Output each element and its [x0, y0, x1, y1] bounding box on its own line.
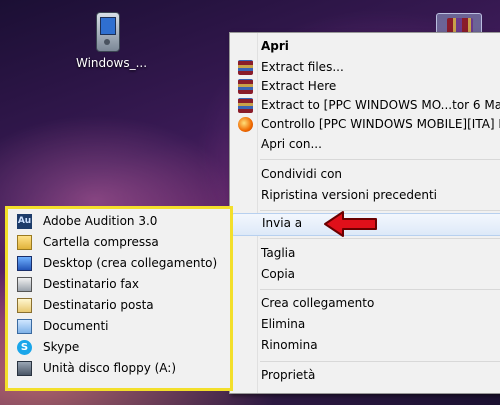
- menu-item-extract-here[interactable]: Extract Here: [232, 76, 500, 97]
- menu-item-check[interactable]: Controllo [PPC WINDOWS MOBILE][ITA] Navi…: [232, 114, 500, 135]
- documents-icon: [17, 319, 32, 334]
- pda-icon: [96, 12, 120, 52]
- skype-icon: S: [17, 340, 32, 355]
- sendto-item-documents[interactable]: Documenti: [11, 316, 259, 337]
- sendto-item-mail[interactable]: Destinatario posta: [11, 295, 259, 316]
- sendto-item-label: Adobe Audition 3.0: [43, 214, 158, 228]
- menu-item-extract-files[interactable]: Extract files...: [232, 57, 500, 78]
- floppy-icon: [17, 361, 32, 376]
- desktop-shortcut-windows[interactable]: Windows_...: [76, 12, 148, 70]
- menu-item-cut[interactable]: Taglia: [232, 243, 500, 264]
- audition-icon: Au: [17, 214, 32, 229]
- winrar-icon: [238, 98, 253, 113]
- menu-item-label: Extract files...: [261, 60, 344, 74]
- red-arrow-icon: [324, 211, 377, 237]
- menu-item-copy[interactable]: Copia: [232, 264, 500, 285]
- desktop-shortcut-label: Windows_...: [76, 56, 148, 70]
- sendto-item-compressed-folder[interactable]: Cartella compressa: [11, 232, 259, 253]
- sendto-item-label: Desktop (crea collegamento): [43, 256, 218, 270]
- sendto-item-label: Destinatario fax: [43, 277, 140, 291]
- menu-separator: [260, 210, 500, 211]
- sendto-item-floppy[interactable]: Unità disco floppy (A:): [11, 358, 259, 379]
- menu-item-label: Controllo [PPC WINDOWS MOBILE][ITA] Navi…: [261, 117, 500, 131]
- menu-item-label: Extract Here: [261, 79, 337, 93]
- desktop-icon: [17, 256, 32, 271]
- fax-icon: [17, 277, 32, 292]
- sendto-item-adobe-audition[interactable]: Au Adobe Audition 3.0: [11, 211, 259, 232]
- menu-item-rename[interactable]: Rinomina: [232, 335, 500, 356]
- menu-item-properties[interactable]: Proprietà: [232, 365, 500, 386]
- menu-item-label: Extract to [PPC WINDOWS MO...tor 6 Mappa…: [261, 98, 500, 112]
- sendto-item-skype[interactable]: S Skype: [11, 337, 259, 358]
- send-to-submenu: Au Adobe Audition 3.0 Cartella compressa…: [5, 206, 233, 391]
- menu-separator: [260, 238, 500, 239]
- menu-item-open-with[interactable]: Apri con...: [232, 134, 500, 155]
- sendto-item-label: Unità disco floppy (A:): [43, 361, 177, 375]
- winrar-icon: [238, 60, 253, 75]
- menu-item-open[interactable]: Apri: [232, 36, 500, 57]
- menu-item-create-shortcut[interactable]: Crea collegamento: [232, 293, 500, 314]
- mail-icon: [17, 298, 32, 313]
- sendto-item-label: Skype: [43, 340, 80, 354]
- sendto-item-label: Destinatario posta: [43, 298, 154, 312]
- zip-folder-icon: [17, 235, 32, 250]
- winrar-icon: [238, 79, 253, 94]
- scan-icon: [238, 117, 253, 132]
- menu-separator: [260, 361, 500, 362]
- sendto-item-label: Documenti: [43, 319, 109, 333]
- sendto-item-fax[interactable]: Destinatario fax: [11, 274, 259, 295]
- sendto-item-label: Cartella compressa: [43, 235, 159, 249]
- menu-separator: [260, 289, 500, 290]
- menu-item-delete[interactable]: Elimina: [232, 314, 500, 335]
- menu-item-restore-versions[interactable]: Ripristina versioni precedenti: [232, 185, 500, 206]
- sendto-item-desktop[interactable]: Desktop (crea collegamento): [11, 253, 259, 274]
- menu-separator: [260, 159, 500, 160]
- menu-item-extract-to[interactable]: Extract to [PPC WINDOWS MO...tor 6 Mappa…: [232, 95, 500, 116]
- menu-item-share-with[interactable]: Condividi con: [232, 164, 500, 185]
